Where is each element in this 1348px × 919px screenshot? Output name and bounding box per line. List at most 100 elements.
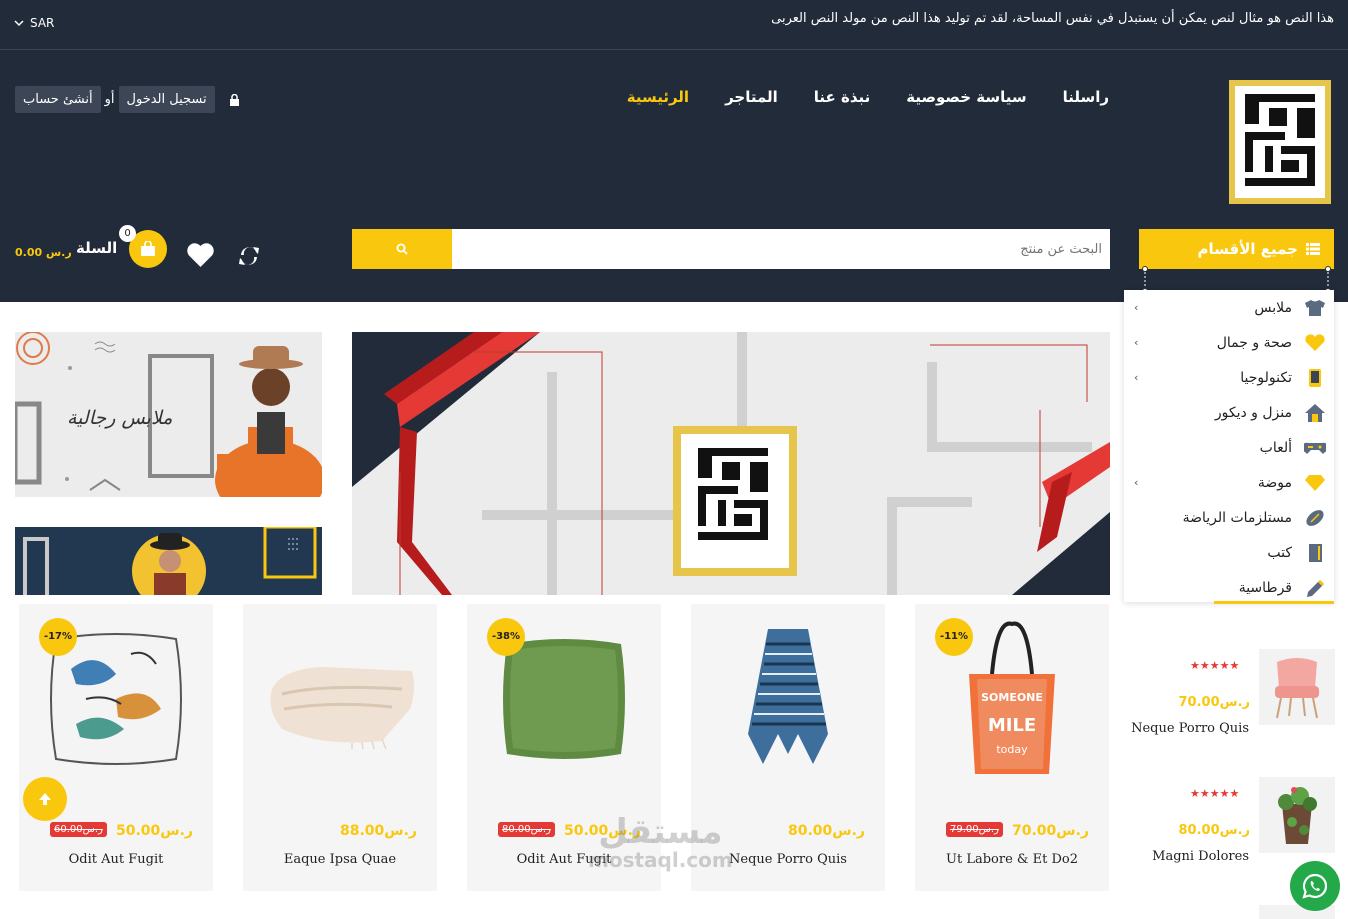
hero-banner[interactable]: [352, 332, 1110, 595]
category-item-sports[interactable]: مستلزمات الرياضة: [1124, 500, 1334, 535]
chevron-left-icon: ‹: [1134, 301, 1139, 314]
category-label: ألعاب: [1259, 439, 1292, 456]
nav-about[interactable]: نبذة عنا: [814, 88, 871, 106]
category-label: كتب: [1267, 544, 1292, 561]
banner-men-clothing-title: ملابس رجالية: [67, 407, 173, 429]
scroll-to-top-button[interactable]: [23, 777, 67, 821]
list-icon: [1306, 243, 1320, 255]
nav-home[interactable]: الرئيسية: [627, 88, 689, 106]
product-price: 88.00ر.س: [340, 823, 417, 839]
product-image[interactable]: [260, 614, 420, 784]
lock-icon: [229, 93, 239, 106]
product-price: 50.00ر.س: [116, 823, 193, 839]
nav-contact[interactable]: راسلنا: [1063, 88, 1109, 106]
site-logo[interactable]: [1229, 80, 1331, 204]
product-name[interactable]: Eaque Ipsa Quae: [243, 852, 437, 867]
svg-text:MILE: MILE: [988, 715, 1036, 736]
side-product-name[interactable]: Magni Dolores: [1152, 849, 1249, 864]
compare-icon[interactable]: [237, 244, 261, 268]
category-item-books[interactable]: كتب: [1124, 535, 1334, 570]
top-bar: هذا النص هو مثال لنص يمكن أن يستبدل في ن…: [0, 0, 1348, 50]
nav-privacy[interactable]: سياسة خصوصية: [906, 88, 1026, 106]
green-pillow-image: [503, 639, 625, 759]
tablet-icon: [1309, 368, 1321, 387]
old-price: 60.00ر.س: [50, 822, 107, 837]
product-name[interactable]: Ut Labore & Et Do2: [915, 852, 1109, 867]
category-label: ملابس: [1254, 299, 1292, 316]
search-icon: [396, 243, 408, 255]
banner-women[interactable]: [15, 527, 322, 595]
pencil-icon: [1307, 579, 1324, 597]
chevron-down-icon: [14, 20, 24, 27]
auth-links: أنشئ حساب أو تسجيل الدخول: [15, 86, 240, 113]
currency-label: SAR: [30, 16, 55, 30]
currency-selector[interactable]: SAR: [14, 16, 54, 30]
hero-graphic: [352, 332, 1110, 595]
discount-badge: -11%: [935, 618, 973, 656]
all-categories-button[interactable]: جميع الأقسام: [1139, 229, 1334, 269]
side-product-name[interactable]: Neque Porro Quis: [1131, 721, 1249, 736]
category-item-stationery[interactable]: قرطاسية: [1124, 570, 1334, 605]
discount-badge: -38%: [487, 618, 525, 656]
banner-men-clothing[interactable]: ملابس رجالية: [15, 332, 322, 497]
product-card[interactable]: -17% 50.00ر.س 60.00ر.س Odit Aut Fugit: [19, 604, 213, 891]
login-button[interactable]: تسجيل الدخول: [118, 86, 215, 113]
category-item-fashion[interactable]: ‹ موضة: [1124, 465, 1334, 500]
category-item-health-beauty[interactable]: ‹ صحة و جمال: [1124, 325, 1334, 360]
whatsapp-button[interactable]: [1290, 861, 1340, 911]
plant-pot-image: [1278, 787, 1317, 844]
cart-label: السلة: [76, 239, 118, 257]
category-menu-underline: [1214, 601, 1334, 604]
side-product[interactable]: ★★★★★ 70.00ر.س Neque Porro Quis: [1131, 649, 1336, 736]
cart-total: 0.00 ر.س: [15, 246, 72, 259]
category-item-technology[interactable]: ‹ تكنولوجيا: [1124, 360, 1334, 395]
category-item-games[interactable]: ألعاب: [1124, 430, 1334, 465]
wishlist-heart-icon[interactable]: [186, 242, 215, 268]
search-button[interactable]: [352, 229, 452, 269]
or-text: أو: [104, 92, 115, 107]
book-icon: [1309, 543, 1322, 562]
category-label: مستلزمات الرياضة: [1182, 509, 1292, 526]
product-card[interactable]: 88.00ر.س Eaque Ipsa Quae: [243, 604, 437, 891]
category-item-clothes[interactable]: ‹ ملابس: [1124, 290, 1334, 325]
rating-stars: ★★★★★: [1190, 659, 1240, 672]
register-button[interactable]: أنشئ حساب: [15, 86, 101, 113]
product-image[interactable]: [708, 614, 868, 784]
nav-stores[interactable]: المتاجر: [725, 88, 778, 106]
side-product-image[interactable]: [1259, 777, 1335, 853]
chevron-left-icon: ‹: [1134, 476, 1139, 489]
whatsapp-icon: [1302, 873, 1328, 899]
side-product-price: 70.00ر.س: [1178, 695, 1251, 710]
discount-badge: -17%: [39, 618, 77, 656]
old-price: 80.00ر.س: [498, 822, 555, 837]
product-price: 70.00ر.س: [1012, 823, 1089, 839]
product-name[interactable]: Odit Aut Fugit: [19, 852, 213, 867]
tote-bag-image: SOMEONE MILE today: [969, 621, 1055, 774]
search-input[interactable]: [452, 229, 1110, 269]
side-product-price: 80.00ر.س: [1178, 823, 1251, 838]
watermark: مستقل mostaql.com: [588, 812, 733, 872]
old-price: 79.00ر.س: [946, 822, 1003, 837]
category-label: منزل و ديكور: [1214, 404, 1292, 421]
product-price: 80.00ر.س: [788, 823, 865, 839]
site-header: هذا النص هو مثال لنص يمكن أن يستبدل في ن…: [0, 0, 1348, 302]
category-menu: ‹ ملابس ‹ صحة و جمال ‹ تكنولوجيا منزل و …: [1124, 290, 1334, 602]
category-label: موضة: [1257, 474, 1292, 491]
shopping-bag-icon: [141, 241, 155, 256]
heart-icon: [1305, 333, 1325, 351]
category-item-home-decor[interactable]: منزل و ديكور: [1124, 395, 1334, 430]
diamond-icon: [1305, 474, 1325, 491]
home-icon: [1305, 403, 1325, 422]
football-icon: [1306, 509, 1324, 526]
all-categories-label: جميع الأقسام: [1197, 240, 1298, 258]
announcement-text: هذا النص هو مثال لنص يمكن أن يستبدل في ن…: [771, 11, 1334, 26]
category-label: تكنولوجيا: [1240, 369, 1292, 386]
side-product-image[interactable]: [1259, 649, 1335, 725]
cart-count-badge: 0: [119, 225, 136, 242]
category-label: قرطاسية: [1238, 579, 1292, 596]
svg-text:today: today: [996, 743, 1028, 756]
blanket-image: [270, 667, 415, 749]
product-card[interactable]: SOMEONE MILE today -11% 70.00ر.س 79.00ر.…: [915, 604, 1109, 891]
side-product[interactable]: ★★★★★ 80.00ر.س Magni Dolores: [1140, 777, 1336, 864]
rating-stars: ★★★★★: [1190, 787, 1240, 800]
